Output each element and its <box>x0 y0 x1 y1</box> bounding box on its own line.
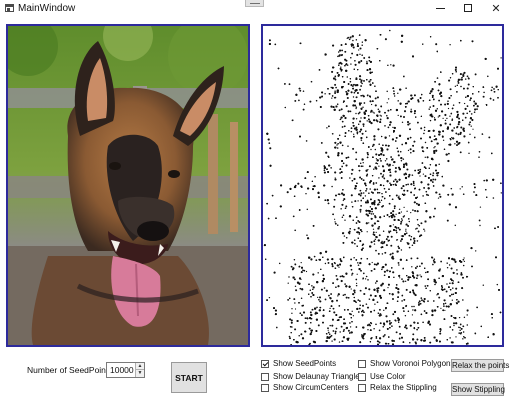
close-icon[interactable]: ✕ <box>481 0 511 17</box>
maximize-icon[interactable] <box>454 0 484 17</box>
dog-photo <box>8 26 248 345</box>
checkbox-checked-icon[interactable] <box>261 359 269 368</box>
drag-handle[interactable] <box>245 0 264 7</box>
start-button[interactable]: START <box>171 362 207 393</box>
show-stippling-button[interactable]: Show Stippling <box>451 383 505 396</box>
spin-up-icon[interactable]: ▲ <box>135 363 144 370</box>
show-delaunay-label: Show Delaunay Triangles <box>273 372 364 381</box>
minimize-icon[interactable] <box>426 0 456 17</box>
checkbox-icon[interactable] <box>261 372 269 381</box>
use-color-checkbox[interactable]: Use Color <box>358 372 406 381</box>
checkbox-icon[interactable] <box>261 383 269 392</box>
checkbox-icon[interactable] <box>358 372 366 381</box>
relax-stippling-label: Relax the Stippling <box>370 383 437 392</box>
show-voronoi-checkbox[interactable]: Show Voronoi Polygons <box>358 359 455 368</box>
seedpoints-spinner[interactable]: ▲ ▼ <box>106 362 145 378</box>
title-bar: MainWindow ✕ <box>0 0 511 17</box>
show-voronoi-label: Show Voronoi Polygons <box>370 359 455 368</box>
window-title: MainWindow <box>18 3 76 14</box>
source-image-panel <box>6 24 250 347</box>
seedpoints-label: Number of SeedPoints: <box>27 365 115 375</box>
show-circumcenters-checkbox[interactable]: Show CircumCenters <box>261 383 349 392</box>
stippling-canvas <box>263 29 502 345</box>
stippling-panel <box>261 24 504 347</box>
show-seedpoints-label: Show SeedPoints <box>273 359 337 368</box>
show-seedpoints-checkbox[interactable]: Show SeedPoints <box>261 359 336 368</box>
relax-points-button[interactable]: Relax the points <box>451 359 509 372</box>
app-icon <box>5 4 14 12</box>
seedpoints-input[interactable] <box>107 363 135 377</box>
checkbox-icon[interactable] <box>358 359 366 368</box>
spin-down-icon[interactable]: ▼ <box>135 370 144 377</box>
checkbox-icon[interactable] <box>358 383 366 392</box>
relax-stippling-checkbox[interactable]: Relax the Stippling <box>358 383 437 392</box>
use-color-label: Use Color <box>370 372 406 381</box>
show-circumcenters-label: Show CircumCenters <box>273 383 349 392</box>
show-delaunay-checkbox[interactable]: Show Delaunay Triangles <box>261 372 364 381</box>
